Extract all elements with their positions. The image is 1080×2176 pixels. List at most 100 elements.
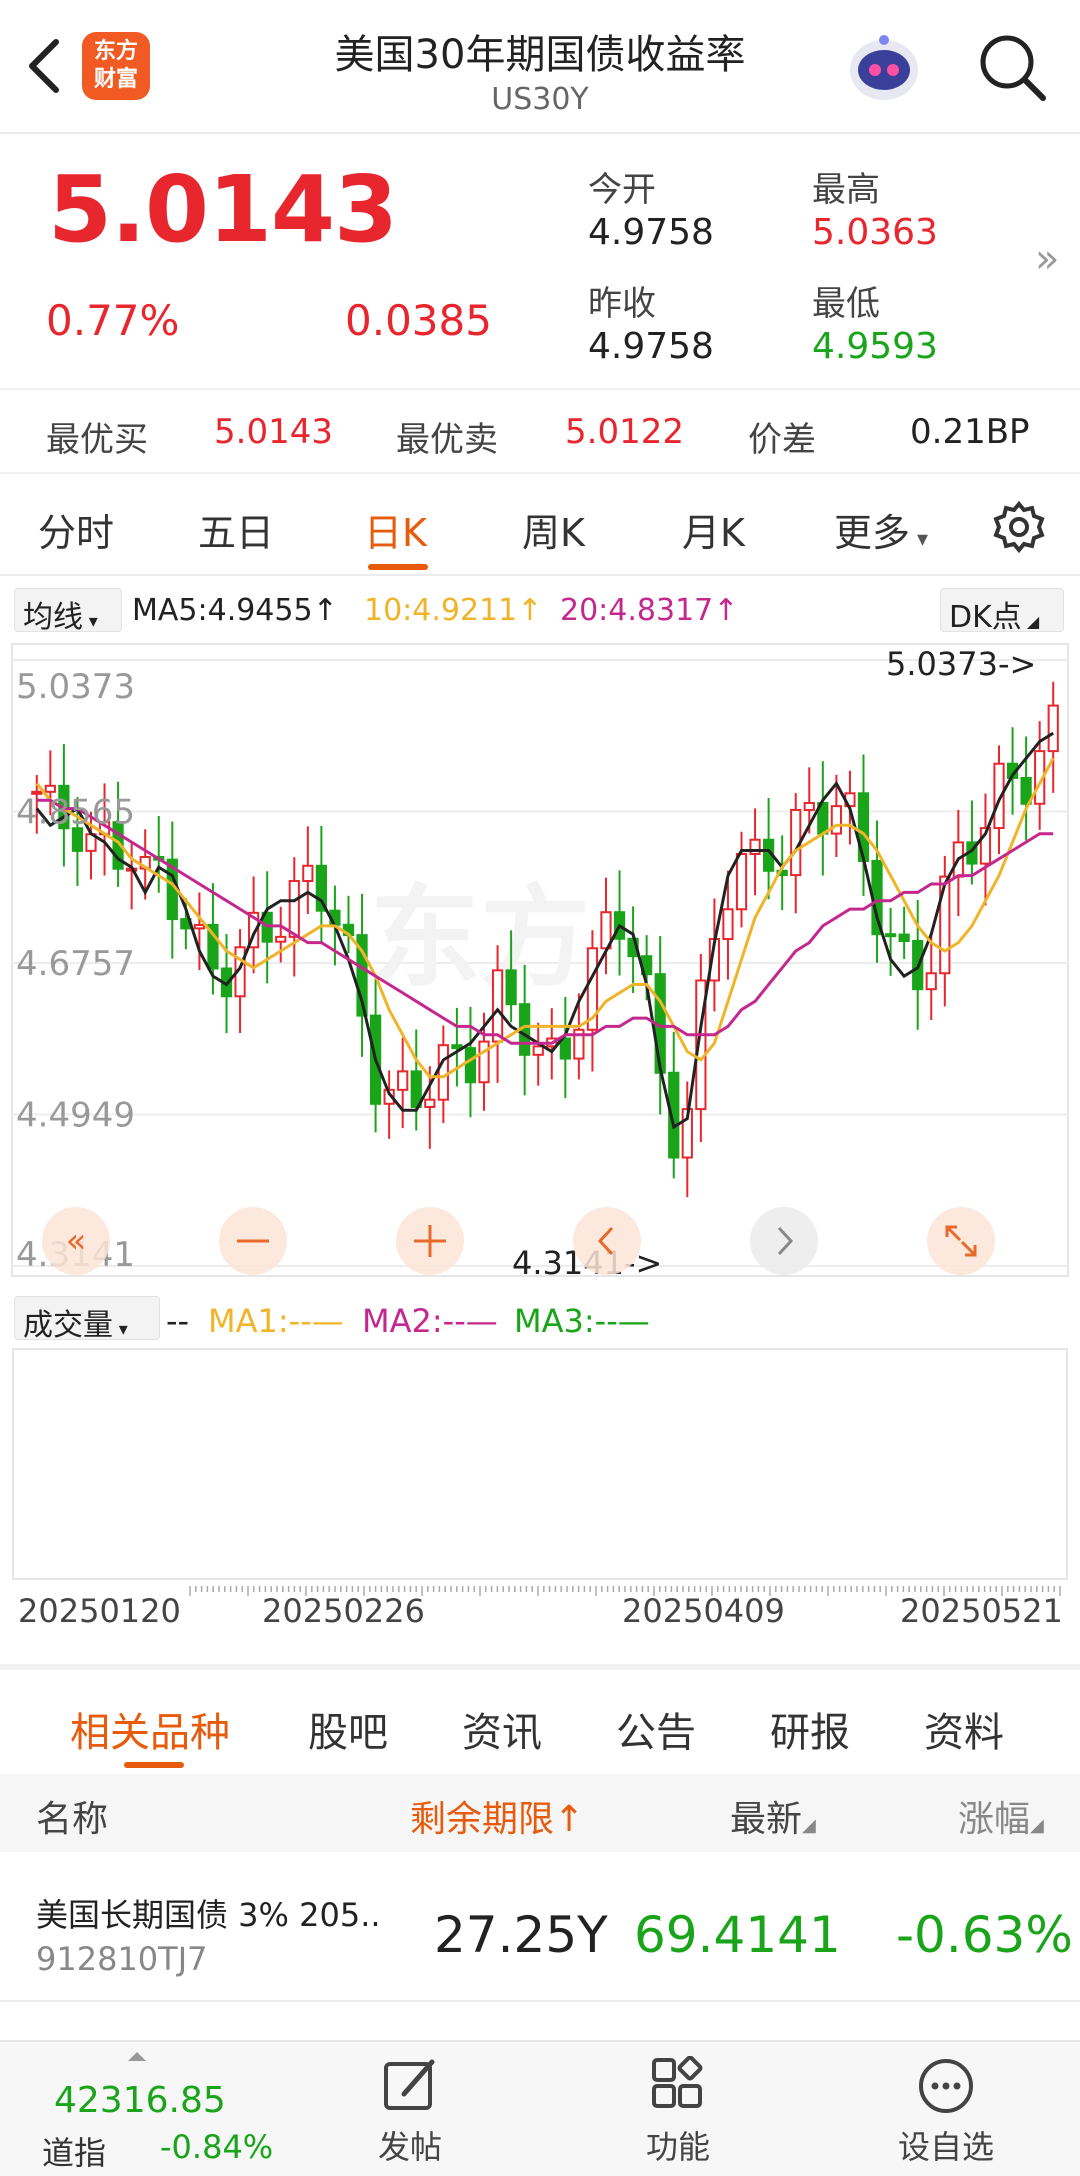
- table-row[interactable]: 美国长期国债 3% 205.. 912810TJ7 27.25Y 69.4141…: [0, 1852, 1080, 2002]
- ma10-text: 10:4.9211: [364, 593, 518, 628]
- quote-panel: 5.0143 0.77% 0.0385 今开 4.9758 最高 5.0363 …: [0, 136, 1080, 388]
- tab-more[interactable]: 更多 ▾: [834, 502, 928, 557]
- vol-ma2: MA2:--—: [362, 1302, 498, 1340]
- col-latest-sort[interactable]: 最新◢: [730, 1790, 816, 1842]
- double-chevron-left-icon: «: [66, 1221, 87, 1261]
- tab-forum[interactable]: 股吧: [308, 1700, 388, 1758]
- change-value: 0.0385: [345, 296, 492, 345]
- candle-body: [925, 972, 937, 991]
- add-watchlist-label: 设自选: [897, 2128, 994, 2166]
- candle-body: [722, 908, 734, 940]
- date-axis: 20250120 20250226 20250409 20250521: [0, 1582, 1080, 1632]
- candle-body: [424, 1098, 436, 1108]
- tab-announcements[interactable]: 公告: [616, 1700, 696, 1758]
- tab-research[interactable]: 研报: [770, 1700, 850, 1758]
- y-axis-label: 4.4949: [16, 1096, 135, 1136]
- more-dots-icon: [919, 2059, 973, 2113]
- corner-caret-icon: ◢: [1021, 612, 1040, 631]
- up-arrow-icon: ↑: [517, 593, 543, 628]
- date-label: 20250226: [262, 1592, 425, 1630]
- candle-body: [491, 969, 504, 1043]
- y-axis-label: 4.8565: [16, 793, 135, 833]
- vol-ma2-text: MA2:--: [362, 1302, 466, 1340]
- post-button[interactable]: 发帖: [335, 2056, 485, 2176]
- candle-body: [898, 933, 910, 942]
- more-quote-chevron-icon[interactable]: »: [1035, 236, 1059, 282]
- tab-five-day[interactable]: 五日: [198, 502, 274, 557]
- volume-indicator-selector[interactable]: 成交量 ▾: [14, 1296, 160, 1343]
- period-tabs: 分时 五日 日K 周K 月K 更多 ▾: [0, 476, 1080, 576]
- candle-body: [302, 864, 314, 883]
- tab-daily-k[interactable]: 日K: [364, 502, 427, 557]
- bond-change: -0.63%: [896, 1906, 1073, 1964]
- candle-body: [451, 1044, 463, 1050]
- index-name[interactable]: 道指: [42, 2128, 106, 2174]
- dk-point-label: DK点: [949, 600, 1022, 635]
- tab-news[interactable]: 资讯: [462, 1700, 542, 1758]
- candle-body: [478, 1040, 490, 1084]
- dk-point-selector[interactable]: DK点 ◢: [940, 588, 1064, 635]
- open-label: 今开: [588, 170, 656, 210]
- change-percent: 0.77%: [46, 296, 180, 345]
- volume-chart-area[interactable]: [12, 1348, 1068, 1580]
- ma5-text: MA5:4.9455: [132, 593, 313, 628]
- tab-profile[interactable]: 资料: [924, 1700, 1004, 1758]
- date-label: 20250521: [900, 1592, 1063, 1630]
- vol-ma1-text: MA1:--: [208, 1302, 312, 1340]
- ma-legend-row: 均线 ▾ MA5:4.9455↑ 10:4.9211↑ 20:4.8317↑ D…: [0, 584, 1080, 636]
- y-axis-label: 4.6757: [16, 944, 135, 984]
- tab-weekly-k[interactable]: 周K: [522, 502, 585, 557]
- col-change-sort[interactable]: 涨幅◢: [958, 1790, 1044, 1842]
- indicator-selector[interactable]: 均线 ▾: [14, 588, 122, 635]
- tab-monthly-k[interactable]: 月K: [682, 502, 745, 557]
- tab-intraday[interactable]: 分时: [38, 502, 114, 557]
- high-value: 5.0363: [812, 212, 938, 253]
- open-value: 4.9758: [588, 212, 714, 253]
- up-arrow-icon: ↑: [713, 593, 739, 628]
- col-latest-label: 最新: [730, 1799, 803, 1840]
- scroll-right-button[interactable]: [750, 1207, 818, 1275]
- index-change-percent[interactable]: -0.84%: [160, 2128, 273, 2166]
- y-axis-label: 5.0373: [16, 667, 135, 707]
- spread-label: 价差: [748, 420, 816, 460]
- chart-settings-button[interactable]: [992, 500, 1046, 554]
- expand-caret-icon[interactable]: [128, 2052, 146, 2061]
- index-value[interactable]: 42316.85: [54, 2080, 226, 2121]
- col-term-sort[interactable]: 剩余期限↑: [410, 1790, 584, 1842]
- dropdown-caret-icon: ▾: [910, 527, 929, 552]
- top-header: 东方 财富 美国30年期国债收益率 US30Y: [0, 0, 1080, 134]
- add-watchlist-button[interactable]: 设自选: [871, 2056, 1021, 2176]
- active-tab-underline: [124, 1762, 184, 1768]
- table-header: 名称 剩余期限↑ 最新◢ 涨幅◢: [0, 1774, 1080, 1852]
- assistant-robot-button[interactable]: [845, 32, 923, 104]
- prev-close-label: 昨收: [588, 284, 656, 324]
- col-change-label: 涨幅: [958, 1799, 1031, 1840]
- fullscreen-button[interactable]: [927, 1207, 995, 1275]
- scroll-left-fast-button[interactable]: «: [42, 1207, 110, 1275]
- zoom-in-button[interactable]: [396, 1207, 464, 1275]
- search-button[interactable]: [975, 30, 1049, 104]
- scroll-left-button[interactable]: [573, 1207, 641, 1275]
- last-price: 5.0143: [48, 156, 398, 263]
- zoom-out-button[interactable]: [219, 1207, 287, 1275]
- candle-body: [884, 933, 897, 938]
- tab-related[interactable]: 相关品种: [70, 1700, 230, 1758]
- candle-body: [275, 935, 287, 943]
- sort-corner-icon: ◢: [1030, 1815, 1044, 1836]
- tab-more-label: 更多: [834, 511, 911, 555]
- dash-line-icon: —: [617, 1302, 650, 1340]
- candle-body: [803, 801, 815, 811]
- bottom-bar: 42316.85 道指 -0.84% 发帖 功能 设自选: [0, 2040, 1080, 2176]
- sort-corner-icon: ◢: [802, 1815, 816, 1836]
- kline-chart[interactable]: 东方 5.03734.85654.67574.49494.3141 5.0373…: [0, 636, 1080, 1286]
- candle-body: [288, 880, 300, 938]
- candle-body: [397, 1070, 409, 1091]
- bond-name: 美国长期国债 3% 205..: [36, 1896, 381, 1934]
- date-label: 20250120: [18, 1592, 181, 1630]
- dropdown-caret-icon: ▾: [83, 611, 98, 632]
- functions-button[interactable]: 功能: [603, 2056, 753, 2176]
- candle-body: [505, 969, 517, 1006]
- candle-body: [532, 1045, 544, 1056]
- candle-body: [44, 784, 56, 793]
- watermark-logo: 东方: [370, 874, 590, 1002]
